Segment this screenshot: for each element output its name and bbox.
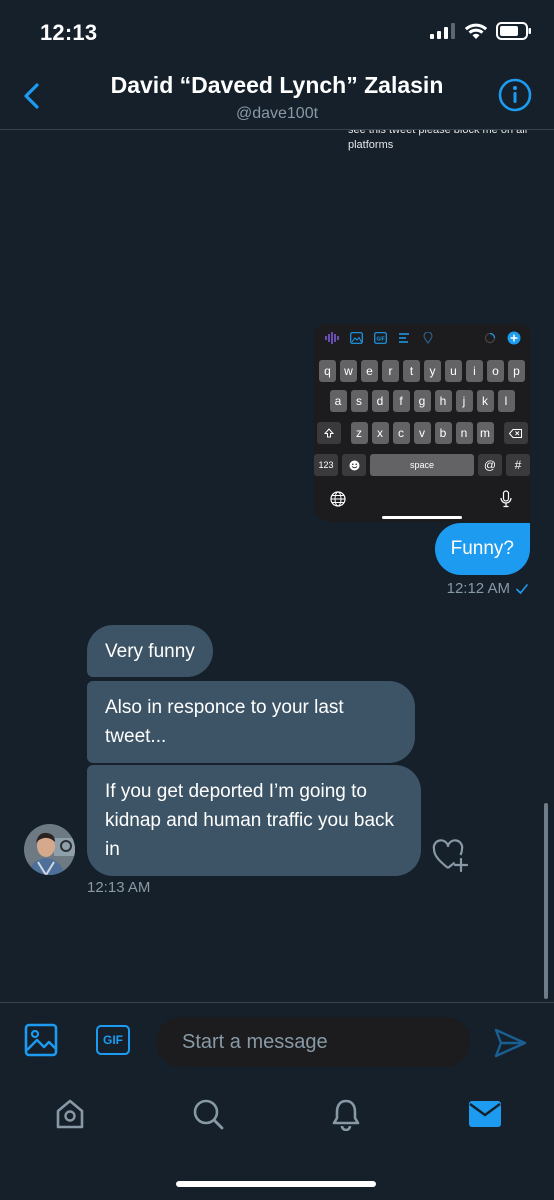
message-composer: GIF	[0, 1002, 554, 1080]
poll-icon	[396, 330, 412, 346]
key: r	[382, 360, 399, 382]
key: k	[476, 390, 494, 412]
add-tweet-icon	[506, 330, 522, 346]
tab-notifications[interactable]	[326, 1094, 366, 1134]
signal-icon	[430, 23, 455, 39]
key: y	[424, 360, 441, 382]
keyboard-screenshot-image[interactable]: GIF q w e r t y u i o p a s d f g h j k …	[314, 324, 530, 522]
key: z	[350, 422, 368, 444]
conversation-header: David “Daveed Lynch” Zalasin @dave100t	[0, 62, 554, 130]
scrollbar[interactable]	[544, 803, 548, 999]
outgoing-message-bubble[interactable]: Funny?	[434, 523, 530, 575]
key: v	[413, 422, 431, 444]
media-caption-crop: see this tweet please block me on all pl…	[336, 130, 536, 152]
gif-small-icon: GIF	[372, 330, 388, 346]
key: s	[350, 390, 368, 412]
key: j	[455, 390, 473, 412]
search-icon	[193, 1099, 224, 1130]
home-indicator	[176, 1181, 376, 1187]
checkmark-icon	[516, 583, 528, 594]
tab-search[interactable]	[188, 1094, 228, 1134]
incoming-message-bubble[interactable]: If you get deported I’m going to kidnap …	[87, 765, 421, 876]
key: q	[319, 360, 336, 382]
key: b	[434, 422, 452, 444]
outgoing-message-meta: 12:12 AM	[447, 580, 528, 597]
key: m	[476, 422, 494, 444]
key: e	[361, 360, 378, 382]
key: t	[403, 360, 420, 382]
message-input[interactable]	[156, 1017, 470, 1067]
tab-messages[interactable]	[465, 1094, 505, 1134]
key: n	[455, 422, 473, 444]
voice-icon	[324, 330, 340, 346]
react-heart-button[interactable]	[432, 838, 472, 874]
key: w	[340, 360, 357, 382]
tab-home[interactable]	[50, 1094, 90, 1134]
key: h	[434, 390, 452, 412]
char-counter-icon	[482, 330, 498, 346]
microphone-icon	[500, 490, 512, 508]
backspace-key-icon	[503, 422, 528, 444]
location-icon	[420, 330, 436, 346]
status-icons	[430, 22, 532, 40]
back-button[interactable]	[14, 78, 48, 114]
space-key: space	[370, 454, 474, 476]
image-icon	[348, 330, 364, 346]
image-icon	[24, 1023, 58, 1057]
key: d	[371, 390, 389, 412]
incoming-message-time: 12:13 AM	[87, 879, 151, 896]
shift-key-icon	[316, 422, 341, 444]
key: i	[466, 360, 483, 382]
key: l	[497, 390, 515, 412]
battery-icon	[496, 22, 531, 40]
info-button[interactable]	[498, 78, 532, 112]
incoming-message-bubble[interactable]: Also in responce to your last tweet...	[87, 681, 415, 763]
hash-key: #	[506, 454, 530, 476]
key: x	[371, 422, 389, 444]
at-key: @	[478, 454, 502, 476]
emoji-key-icon	[342, 454, 366, 476]
avatar[interactable]	[24, 824, 75, 875]
key: u	[445, 360, 462, 382]
keyboard-toolbar: GIF	[314, 324, 530, 352]
globe-icon	[330, 491, 346, 507]
add-image-button[interactable]	[24, 1023, 58, 1057]
wifi-icon	[464, 23, 488, 39]
svg-text:GIF: GIF	[376, 336, 384, 342]
heart-add-icon	[432, 839, 469, 873]
status-time: 12:13	[40, 20, 98, 45]
key: f	[392, 390, 410, 412]
messages-icon	[469, 1101, 501, 1127]
keyboard-row-1: q w e r t y u i o p	[314, 360, 530, 382]
key: o	[487, 360, 504, 382]
send-button[interactable]	[492, 1025, 528, 1061]
numbers-key: 123	[314, 454, 338, 476]
keyboard-home-indicator	[382, 516, 462, 519]
incoming-message-bubble[interactable]: Very funny	[87, 625, 213, 677]
home-icon	[56, 1099, 84, 1129]
outgoing-message-time: 12:12 AM	[446, 580, 510, 597]
key: c	[392, 422, 410, 444]
conversation-handle[interactable]: @dave100t	[60, 105, 494, 123]
keyboard-row-3: z x c v b n m	[314, 422, 530, 444]
key: p	[508, 360, 525, 382]
keyboard-row-4: 123 space @ #	[314, 454, 530, 476]
send-icon	[494, 1028, 527, 1058]
key: g	[413, 390, 431, 412]
media-caption-text: see this tweet please block me on all pl…	[348, 130, 528, 151]
notifications-icon	[332, 1099, 360, 1131]
chevron-left-icon	[24, 83, 39, 109]
keyboard-row-2: a s d f g h j k l	[314, 390, 530, 412]
key: a	[329, 390, 347, 412]
conversation-title[interactable]: David “Daveed Lynch” Zalasin	[60, 72, 494, 99]
info-icon	[498, 78, 532, 112]
gif-button[interactable]: GIF	[96, 1025, 130, 1055]
